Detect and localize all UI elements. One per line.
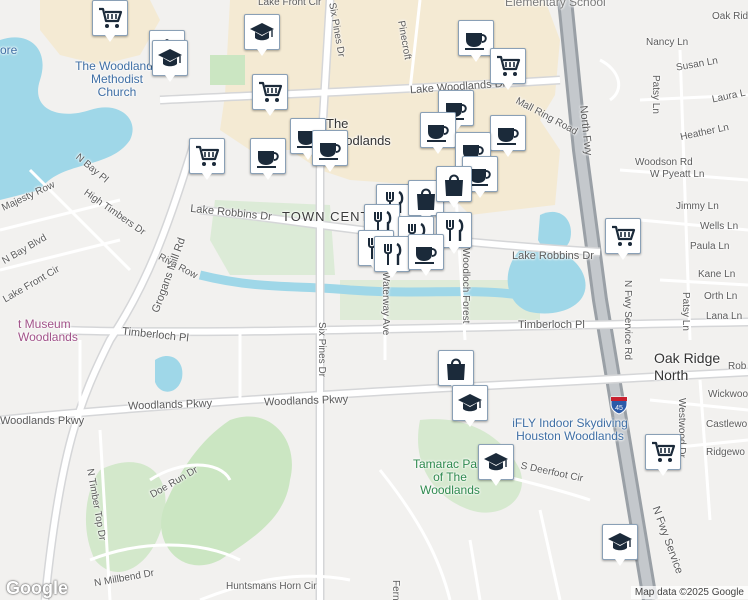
map-data-attribution[interactable]: Map data ©2025 Google [630,586,748,599]
restaurant-icon [384,242,402,265]
six-pines-dr-label: Six Pines Dr [316,322,327,378]
coffee-icon [465,33,487,50]
shopping-cart-icon [196,145,220,166]
map[interactable]: Elementary School Lake Front Cir Six Pin… [0,0,748,600]
marker-m25[interactable] [408,234,444,276]
school-icon [458,394,482,412]
marker-m31[interactable] [602,524,638,566]
marker-m4[interactable] [244,14,280,56]
pond-south [155,356,183,392]
lake-robbins-dr-east-label: Lake Robbins Dr [512,250,594,262]
marker-m12[interactable] [250,138,286,180]
shopping-bag-icon [447,358,465,380]
castlewood-label: Castlewo [706,419,748,430]
coffee-icon [319,143,341,160]
wickwood-label: Wickwoo [708,389,748,400]
shopping-cart-icon [612,225,636,246]
shopping-cart-icon [259,81,283,102]
orth-ln-label: Orth Ln [704,291,738,302]
lana-ln-label: Lana Ln [706,311,743,322]
rob-label: Rob [728,361,747,372]
interstate-shield-icon: 45 [610,396,628,415]
interstate-number: 45 [615,405,623,412]
marker-m6[interactable] [490,48,526,90]
lake-front-cir-top-label: Lake Front Cir [258,0,322,8]
coffee-icon [415,247,437,264]
w-pyeatt-ln-label: W Pyeatt Ln [650,169,705,180]
woodlands-methodist-label[interactable]: The Woodlands Methodist Church [72,59,162,100]
marker-m10[interactable] [312,130,348,172]
school-icon [250,23,274,41]
n-fwy-service-rd-label: N Fwy Service Rd [622,280,633,361]
restaurant-icon [446,218,464,241]
marker-m3[interactable] [152,40,188,82]
kane-ln-label: Kane Ln [698,269,736,280]
marker-m13[interactable] [420,112,456,154]
marker-m26[interactable] [605,218,641,260]
museum-label[interactable]: t Museum Woodlands [18,317,108,344]
school-icon [484,453,508,471]
marker-m14[interactable] [490,115,526,157]
marker-m30[interactable] [645,434,681,476]
marker-m8[interactable] [252,74,288,116]
ifly-label[interactable]: iFLY Indoor Skydiving Houston Woodlands [500,416,640,443]
marker-m19[interactable] [436,166,472,208]
fern-label: Fern [390,580,401,600]
timberloch-pl-east-label: Timberloch Pl [518,319,585,331]
school-icon [608,533,632,551]
park-area-south [161,416,292,566]
huntsmans-horn-cir-label: Huntsmans Horn Cir [226,581,317,592]
shopping-cart-icon [99,7,123,28]
oak-ridge-top-label: Oak Ridg [712,11,748,22]
paula-ln-label: Paula Ln [690,241,730,252]
ridgewood-label: Ridgewo [706,447,745,458]
shopping-cart-icon [652,441,676,462]
woodlands-pkwy-west-label: Woodlands Pkwy [0,415,85,427]
google-logo[interactable]: Google [6,578,68,599]
patsy-ln-label: Patsy Ln [680,292,691,331]
jimmy-ln-label: Jimmy Ln [676,201,719,212]
shopping-cart-icon [497,55,521,76]
park-area-ne [210,55,245,85]
woodson-rd-label: Woodson Rd [635,157,693,168]
marker-m1[interactable] [92,0,128,42]
marker-m27[interactable] [438,350,474,392]
wells-ln-label: Wells Ln [700,221,739,232]
coffee-icon [257,151,279,168]
nancy-ln-label: Nancy Ln [646,37,689,48]
oak-ridge-north-label: Oak Ridge North [654,350,721,383]
marker-m28[interactable] [452,385,488,427]
school-icon [158,49,182,67]
marker-m5[interactable] [458,20,494,62]
woodloch-forest-label: Woodloch Forest [460,248,471,324]
store-partial-label: ore [0,43,18,57]
elementary-school-label: Elementary School [505,0,606,9]
shopping-bag-icon [445,174,463,196]
coffee-icon [497,128,519,145]
marker-m24[interactable] [374,236,410,278]
marker-m29[interactable] [478,444,514,486]
waterway-ave-label: Waterway Ave [380,272,391,336]
coffee-icon [427,125,449,142]
patsy-ln-top-label: Patsy Ln [650,75,661,114]
marker-m11[interactable] [189,138,225,180]
